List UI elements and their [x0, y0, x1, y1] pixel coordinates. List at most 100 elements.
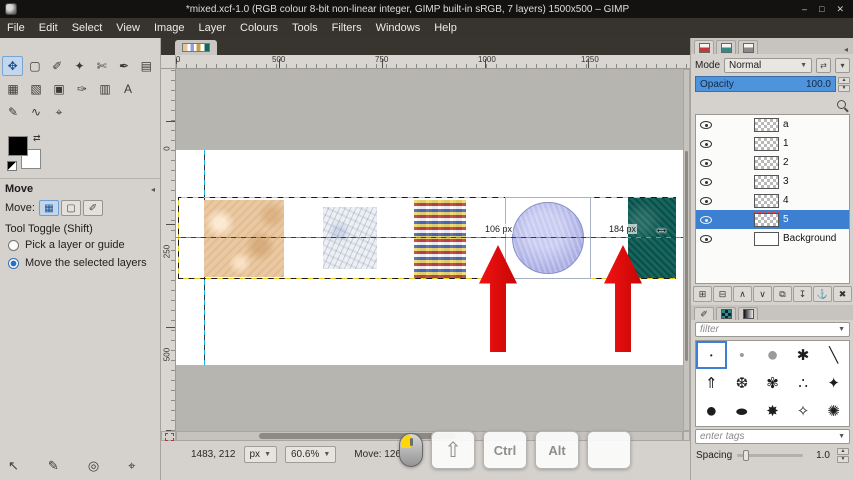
- visibility-eye-icon[interactable]: [700, 178, 712, 186]
- minimize-button[interactable]: –: [802, 4, 807, 15]
- search-icon[interactable]: [837, 100, 846, 109]
- color-picker-tool-icon[interactable]: ✒: [113, 56, 134, 76]
- spin-up-button[interactable]: ▲: [837, 448, 849, 455]
- image-tab[interactable]: [175, 40, 217, 55]
- zoom-select[interactable]: 60.6% ▼: [285, 446, 336, 463]
- default-colors-icon[interactable]: [7, 161, 17, 171]
- spacing-slider-handle[interactable]: [743, 450, 749, 461]
- layer-row-2[interactable]: 2: [696, 153, 849, 172]
- close-button[interactable]: ✕: [836, 4, 844, 15]
- menu-select[interactable]: Select: [65, 18, 110, 38]
- paths-tool-icon[interactable]: ✎: [2, 102, 24, 122]
- layer-row-a[interactable]: a: [696, 115, 849, 134]
- smudge-tool-icon[interactable]: ∿: [25, 102, 47, 122]
- brush-item[interactable]: ●: [727, 397, 758, 425]
- fuzzy-select-tool-icon[interactable]: ✦: [69, 56, 90, 76]
- radio-option[interactable]: Move the selected layers: [0, 254, 160, 272]
- mode-select[interactable]: Normal ▼: [724, 58, 812, 73]
- panel-menu-icon[interactable]: ◂: [151, 185, 155, 194]
- dock-tab-fonts[interactable]: [738, 307, 758, 320]
- maximize-button[interactable]: □: [819, 4, 824, 15]
- layer-row-background[interactable]: Background: [696, 229, 849, 248]
- menu-image[interactable]: Image: [147, 18, 192, 38]
- menu-tools[interactable]: Tools: [285, 18, 325, 38]
- pointer-icon[interactable]: ↖: [8, 458, 19, 474]
- brush-item[interactable]: ✺: [818, 397, 849, 425]
- text-tool-icon[interactable]: A: [117, 79, 139, 99]
- canvas-viewport[interactable]: 106 px 184 px ↔: [176, 69, 683, 431]
- unit-select[interactable]: px ▼: [244, 446, 278, 463]
- bucket-fill-tool-icon[interactable]: ▣: [48, 79, 70, 99]
- visibility-eye-icon[interactable]: [700, 216, 712, 224]
- gradient-tool-icon[interactable]: ▧: [25, 79, 47, 99]
- layer-row-3[interactable]: 3: [696, 172, 849, 191]
- anchor-layer-button[interactable]: ⚓: [813, 286, 832, 302]
- dock-tab-layers[interactable]: [694, 40, 714, 54]
- spin-up-button[interactable]: ▲: [838, 77, 850, 84]
- spacing-slider[interactable]: [737, 454, 803, 457]
- tab-list-chevron[interactable]: ◂: [841, 45, 851, 54]
- transform-tool-icon[interactable]: ▦: [2, 79, 24, 99]
- menu-view[interactable]: View: [109, 18, 147, 38]
- menu-colours[interactable]: Colours: [233, 18, 285, 38]
- spin-down-button[interactable]: ▼: [837, 456, 849, 463]
- dock-tab-patterns[interactable]: [716, 307, 736, 320]
- brush-filter-input[interactable]: filter ▼: [695, 322, 850, 337]
- brush-item[interactable]: •: [696, 341, 727, 369]
- menu-filters[interactable]: Filters: [325, 18, 369, 38]
- new-layer-button[interactable]: ⊞: [693, 286, 712, 302]
- brush-item[interactable]: ✾: [757, 369, 788, 397]
- move-path-button[interactable]: ✐: [83, 200, 103, 216]
- visibility-eye-icon[interactable]: [700, 159, 712, 167]
- brush-item[interactable]: ∴: [788, 369, 819, 397]
- vertical-ruler[interactable]: 0250500: [161, 69, 176, 431]
- merge-down-button[interactable]: ↧: [793, 286, 812, 302]
- vertical-scrollbar[interactable]: [683, 69, 690, 431]
- vertical-scrollbar-thumb[interactable]: [685, 151, 688, 361]
- brush-item[interactable]: ✱: [788, 341, 819, 369]
- radio-option[interactable]: Pick a layer or guide: [0, 236, 160, 254]
- brush-item[interactable]: ●: [696, 397, 727, 425]
- magnifier-icon[interactable]: ⌖: [128, 458, 135, 474]
- brush-item[interactable]: ●: [757, 341, 788, 369]
- mode-group-switch-button[interactable]: ⇄: [816, 58, 831, 73]
- ink-tool-icon[interactable]: ✑: [71, 79, 93, 99]
- zoom-tool-icon[interactable]: ⌖: [48, 102, 70, 122]
- tags-input[interactable]: enter tags ▼: [695, 429, 850, 444]
- spin-down-button[interactable]: ▼: [838, 85, 850, 92]
- lower-layer-button[interactable]: ∨: [753, 286, 772, 302]
- move-layer-button[interactable]: ▦: [39, 200, 59, 216]
- brush-item[interactable]: ✧: [788, 397, 819, 425]
- dock-tab-channels[interactable]: [716, 40, 736, 54]
- brush-item[interactable]: ✦: [818, 369, 849, 397]
- mode-menu-button[interactable]: ▾: [835, 58, 850, 73]
- move-tool-icon[interactable]: ✥: [2, 56, 23, 76]
- menu-windows[interactable]: Windows: [369, 18, 428, 38]
- horizontal-guide[interactable]: [176, 237, 683, 238]
- swap-colors-icon[interactable]: ⇄: [33, 133, 41, 144]
- foreground-color-swatch[interactable]: [8, 136, 28, 156]
- dock-tab-brushes[interactable]: ✐: [694, 307, 714, 320]
- opacity-slider[interactable]: Opacity 100.0: [695, 76, 836, 92]
- visibility-eye-icon[interactable]: [700, 140, 712, 148]
- brush-item[interactable]: ⇑: [696, 369, 727, 397]
- layer-row-5[interactable]: 5: [696, 210, 849, 229]
- measure-tool-icon[interactable]: ▤: [136, 56, 157, 76]
- pen-icon[interactable]: ✎: [48, 458, 59, 474]
- clone-tool-icon[interactable]: ▥: [94, 79, 116, 99]
- brush-item[interactable]: ╲: [818, 341, 849, 369]
- menu-layer[interactable]: Layer: [192, 18, 234, 38]
- duplicate-layer-button[interactable]: ⧉: [773, 286, 792, 302]
- raise-layer-button[interactable]: ∧: [733, 286, 752, 302]
- visibility-eye-icon[interactable]: [700, 235, 712, 243]
- brush-item[interactable]: ❆: [727, 369, 758, 397]
- ruler-corner[interactable]: [161, 55, 176, 69]
- layer-row-1[interactable]: 1: [696, 134, 849, 153]
- menu-edit[interactable]: Edit: [32, 18, 65, 38]
- visibility-eye-icon[interactable]: [700, 121, 712, 129]
- layer-row-4[interactable]: 4: [696, 191, 849, 210]
- navigation-corner-button[interactable]: [683, 431, 690, 441]
- horizontal-ruler[interactable]: 25050075010001250: [176, 55, 690, 69]
- menu-file[interactable]: File: [0, 18, 32, 38]
- rectangle-select-tool-icon[interactable]: ▢: [24, 56, 45, 76]
